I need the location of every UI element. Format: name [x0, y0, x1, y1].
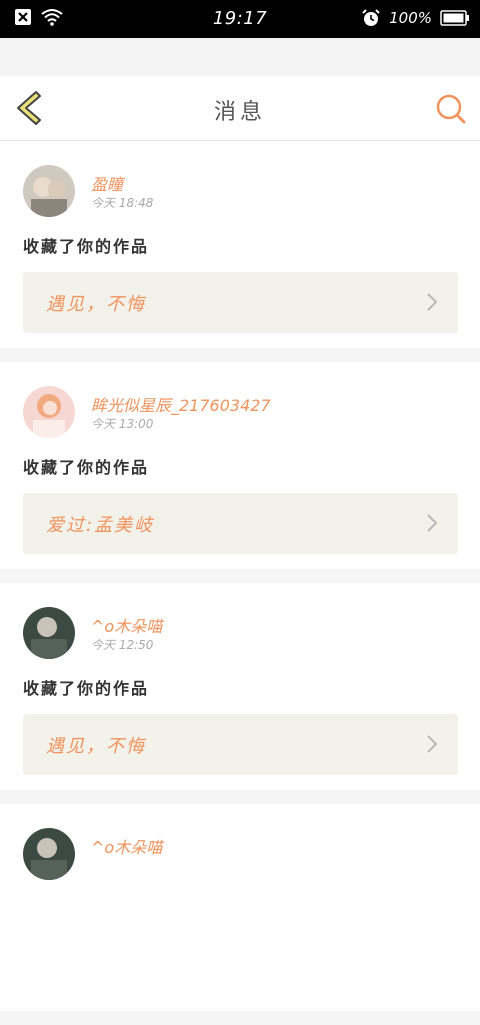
message-action-text: 收藏了你的作品	[23, 679, 150, 698]
message-list: 盈瞳 今天 18:48 收藏了你的作品 遇见，不悔 眸光似星辰_21760342…	[0, 141, 480, 1025]
message-time: 今天 18:48	[91, 196, 154, 210]
message-username[interactable]: 眸光似星辰_217603427	[91, 392, 271, 416]
avatar[interactable]	[23, 386, 75, 438]
search-icon[interactable]	[434, 92, 468, 126]
message-time: 今天 12:50	[91, 638, 154, 652]
status-bar: 19:17 100%	[0, 0, 480, 38]
work-title: 遇见，不悔	[46, 736, 146, 757]
top-spacer	[0, 38, 480, 76]
message-action-text: 收藏了你的作品	[23, 237, 150, 256]
message-username[interactable]: 盈瞳	[91, 171, 123, 195]
message-card: ^o木朵喵	[0, 804, 480, 1011]
battery-icon	[440, 10, 469, 26]
message-action-text: 收藏了你的作品	[23, 458, 150, 477]
avatar[interactable]	[23, 828, 75, 880]
alarm-icon	[362, 9, 380, 26]
chevron-right-icon	[427, 514, 438, 532]
page-title: 消息	[213, 100, 266, 125]
avatar[interactable]	[23, 607, 75, 659]
work-title: 遇见，不悔	[46, 294, 146, 315]
message-time: 今天 13:00	[91, 417, 154, 431]
work-link[interactable]: 遇见，不悔	[23, 272, 458, 333]
message-card: 眸光似星辰_217603427 今天 13:00 收藏了你的作品 爱过:孟美岐	[0, 362, 480, 569]
work-link[interactable]: 遇见，不悔	[23, 714, 458, 775]
message-card: 盈瞳 今天 18:48 收藏了你的作品 遇见，不悔	[0, 141, 480, 348]
work-title: 爱过:孟美岐	[46, 515, 155, 536]
battery-percent: 100%	[389, 9, 432, 27]
avatar[interactable]	[23, 165, 75, 217]
navigation-bar: 消息	[0, 76, 480, 141]
work-link[interactable]: 爱过:孟美岐	[23, 493, 458, 554]
chevron-right-icon	[427, 293, 438, 311]
message-card: ^o木朵喵 今天 12:50 收藏了你的作品 遇见，不悔	[0, 583, 480, 790]
status-right-icons: 100%	[361, 8, 470, 28]
message-username[interactable]: ^o木朵喵	[91, 613, 162, 637]
chevron-right-icon	[427, 735, 438, 753]
message-username[interactable]: ^o木朵喵	[91, 834, 162, 858]
